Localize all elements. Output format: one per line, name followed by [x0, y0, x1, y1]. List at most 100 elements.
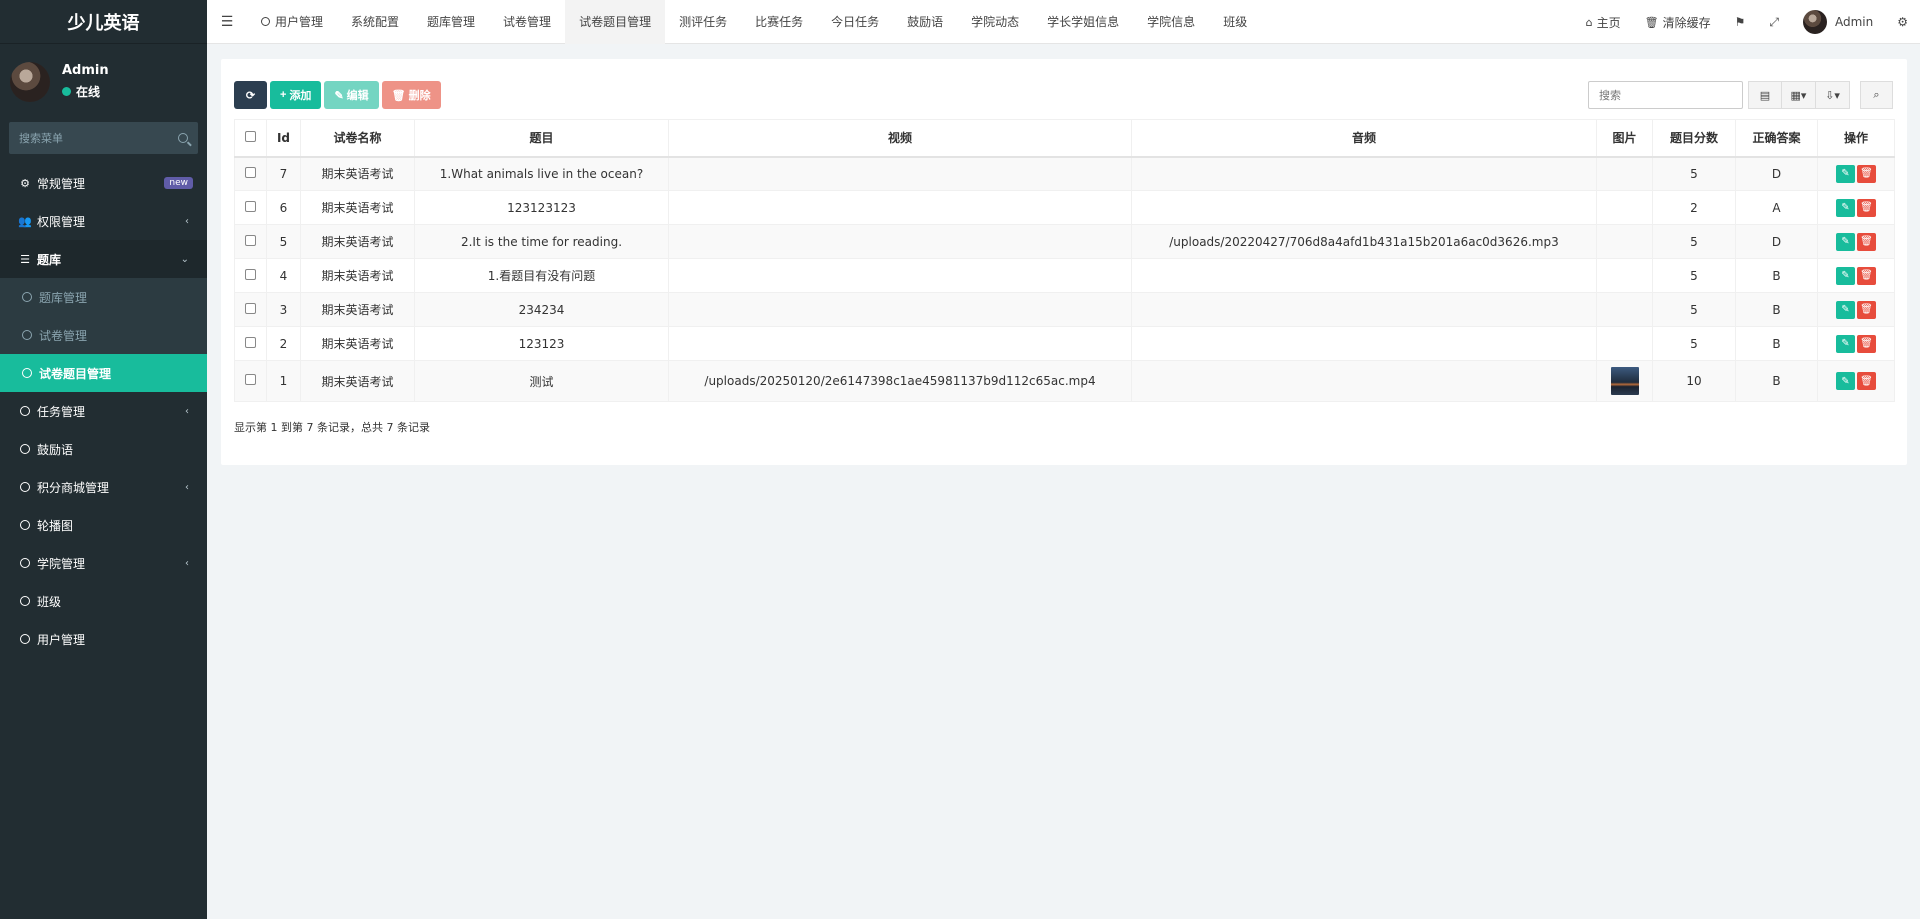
table-row[interactable]: 2 期末英语考试 123123 5 B ✎ 🗑	[234, 326, 1895, 361]
col-audio[interactable]: 音频	[1131, 119, 1597, 158]
col-answer[interactable]: 正确答案	[1735, 119, 1818, 158]
row-edit-button[interactable]: ✎	[1836, 334, 1855, 353]
row-checkbox[interactable]	[245, 234, 256, 246]
tab-competition-task[interactable]: 比赛任务	[741, 0, 817, 44]
tab-senior-info[interactable]: 学长学姐信息	[1033, 0, 1133, 44]
sidebar-item-permission[interactable]: 👥 权限管理 ‹	[0, 202, 207, 240]
delete-button[interactable]: 🗑 删除	[381, 81, 441, 109]
row-edit-button[interactable]: ✎	[1836, 164, 1855, 183]
top-navbar: ☰ 用户管理 系统配置 题库管理 试卷管理 试卷题目管理 测评任务 比赛任务 今…	[207, 0, 1920, 44]
chevron-left-icon: ‹	[185, 405, 189, 417]
tab-encourage[interactable]: 鼓励语	[893, 0, 957, 44]
add-button[interactable]: + 添加	[270, 81, 322, 109]
row-checkbox[interactable]	[245, 302, 256, 314]
tab-user-manage[interactable]: 用户管理	[247, 0, 337, 44]
col-video[interactable]: 视频	[668, 119, 1132, 158]
export-icon[interactable]: ⇩▾	[1816, 81, 1850, 109]
home-icon: ⌂	[1585, 15, 1593, 29]
table-row[interactable]: 3 期末英语考试 234234 5 B ✎ 🗑	[234, 292, 1895, 327]
select-all-checkbox[interactable]	[245, 130, 256, 142]
user-menu[interactable]: Admin	[1791, 0, 1885, 44]
row-delete-button[interactable]: 🗑	[1857, 300, 1876, 319]
col-paper-name[interactable]: 试卷名称	[300, 119, 415, 158]
tab-paper-question-manage[interactable]: 试卷题目管理	[565, 0, 666, 44]
sidebar-item-bank-manage[interactable]: 题库管理	[0, 278, 207, 316]
table-search-input[interactable]	[1588, 81, 1743, 109]
sidebar-item-carousel[interactable]: 轮播图	[0, 506, 207, 544]
row-delete-button[interactable]: 🗑	[1857, 164, 1876, 183]
language-icon[interactable]: ⚑	[1723, 0, 1758, 44]
toggle-view-icon[interactable]: ▤	[1748, 81, 1782, 109]
table-row[interactable]: 4 期末英语考试 1.看题目有没有问题 5 B ✎ 🗑	[234, 258, 1895, 293]
trash-icon: 🗑	[391, 89, 406, 102]
sidebar-item-general[interactable]: ⚙ 常规管理 new	[0, 164, 207, 202]
search-icon[interactable]: ⌕	[1860, 81, 1893, 109]
sidebar-item-encourage[interactable]: 鼓励语	[0, 430, 207, 468]
tab-college-info[interactable]: 学院信息	[1133, 0, 1209, 44]
app-logo[interactable]: 少儿英语	[0, 0, 207, 44]
menu-toggle-icon[interactable]: ☰	[207, 14, 247, 30]
table-row[interactable]: 7 期末英语考试 1.What animals live in the ocea…	[234, 156, 1895, 191]
pagination-info: 显示第 1 到第 7 条记录，总共 7 条记录	[234, 421, 430, 434]
online-dot-icon	[62, 87, 71, 96]
avatar	[1802, 10, 1827, 34]
sidebar-item-question-bank[interactable]: ☰ 题库 ⌄	[0, 240, 207, 278]
sidebar-item-paper-question-manage[interactable]: 试卷题目管理	[0, 354, 207, 392]
tab-bank-manage[interactable]: 题库管理	[413, 0, 489, 44]
trash-icon: 🗑	[1644, 15, 1659, 29]
circle-icon	[20, 368, 34, 378]
table-row[interactable]: 1 期末英语考试 测试 /uploads/20250120/2e6147398c…	[234, 360, 1895, 402]
circle-icon	[18, 444, 32, 454]
circle-icon	[18, 558, 32, 568]
table-toolbar: ⟳ + 添加 ✎ 编辑 🗑 删除	[234, 81, 441, 109]
sidebar-item-users[interactable]: 用户管理	[0, 620, 207, 658]
row-checkbox[interactable]	[245, 374, 256, 385]
tab-evaluation-task[interactable]: 测评任务	[665, 0, 741, 44]
row-edit-button[interactable]: ✎	[1836, 300, 1855, 319]
row-checkbox[interactable]	[245, 268, 256, 280]
pencil-icon: ✎	[334, 89, 344, 102]
home-link[interactable]: ⌂ 主页	[1574, 0, 1633, 44]
row-checkbox[interactable]	[245, 336, 256, 348]
row-edit-button[interactable]: ✎	[1836, 232, 1855, 251]
circle-icon	[18, 596, 32, 606]
row-checkbox[interactable]	[245, 166, 256, 178]
row-checkbox[interactable]	[245, 200, 256, 212]
columns-grid-icon[interactable]: ▦▾	[1782, 81, 1816, 109]
row-delete-button[interactable]: 🗑	[1857, 198, 1876, 217]
clear-cache-button[interactable]: 🗑 清除缓存	[1633, 0, 1723, 44]
edit-button[interactable]: ✎ 编辑	[324, 81, 379, 109]
sidebar-item-task[interactable]: 任务管理 ‹	[0, 392, 207, 430]
col-id[interactable]: Id	[266, 119, 301, 158]
table-row[interactable]: 6 期末英语考试 123123123 2 A ✎ 🗑	[234, 190, 1895, 225]
user-name: Admin	[62, 63, 109, 78]
row-delete-button[interactable]: 🗑	[1857, 266, 1876, 285]
tab-paper-manage[interactable]: 试卷管理	[489, 0, 565, 44]
tab-class[interactable]: 班级	[1209, 0, 1261, 44]
row-edit-button[interactable]: ✎	[1836, 266, 1855, 285]
sidebar-item-points-mall[interactable]: 积分商城管理 ‹	[0, 468, 207, 506]
row-edit-button[interactable]: ✎	[1836, 372, 1855, 390]
plus-icon: +	[280, 89, 287, 101]
sidebar-item-paper-manage[interactable]: 试卷管理	[0, 316, 207, 354]
settings-gears-icon[interactable]: ⚙	[1885, 0, 1920, 44]
circle-icon	[18, 482, 32, 492]
tab-today-task[interactable]: 今日任务	[817, 0, 893, 44]
tab-system-config[interactable]: 系统配置	[337, 0, 413, 44]
row-edit-button[interactable]: ✎	[1836, 198, 1855, 217]
col-score[interactable]: 题目分数	[1652, 119, 1736, 158]
fullscreen-icon[interactable]: ⤢	[1757, 0, 1791, 44]
row-delete-button[interactable]: 🗑	[1857, 372, 1876, 390]
col-question[interactable]: 题目	[414, 119, 669, 158]
tab-college-news[interactable]: 学院动态	[957, 0, 1033, 44]
menu-search-input[interactable]: 搜索菜单	[9, 122, 198, 154]
sidebar-item-college[interactable]: 学院管理 ‹	[0, 544, 207, 582]
row-delete-button[interactable]: 🗑	[1857, 334, 1876, 353]
table-row[interactable]: 5 期末英语考试 2.It is the time for reading. /…	[234, 224, 1895, 259]
col-image[interactable]: 图片	[1596, 119, 1653, 158]
chevron-left-icon: ‹	[185, 481, 189, 493]
row-delete-button[interactable]: 🗑	[1857, 232, 1876, 251]
image-thumbnail[interactable]	[1610, 367, 1639, 395]
refresh-button[interactable]: ⟳	[234, 81, 267, 109]
sidebar-item-class[interactable]: 班级	[0, 582, 207, 620]
